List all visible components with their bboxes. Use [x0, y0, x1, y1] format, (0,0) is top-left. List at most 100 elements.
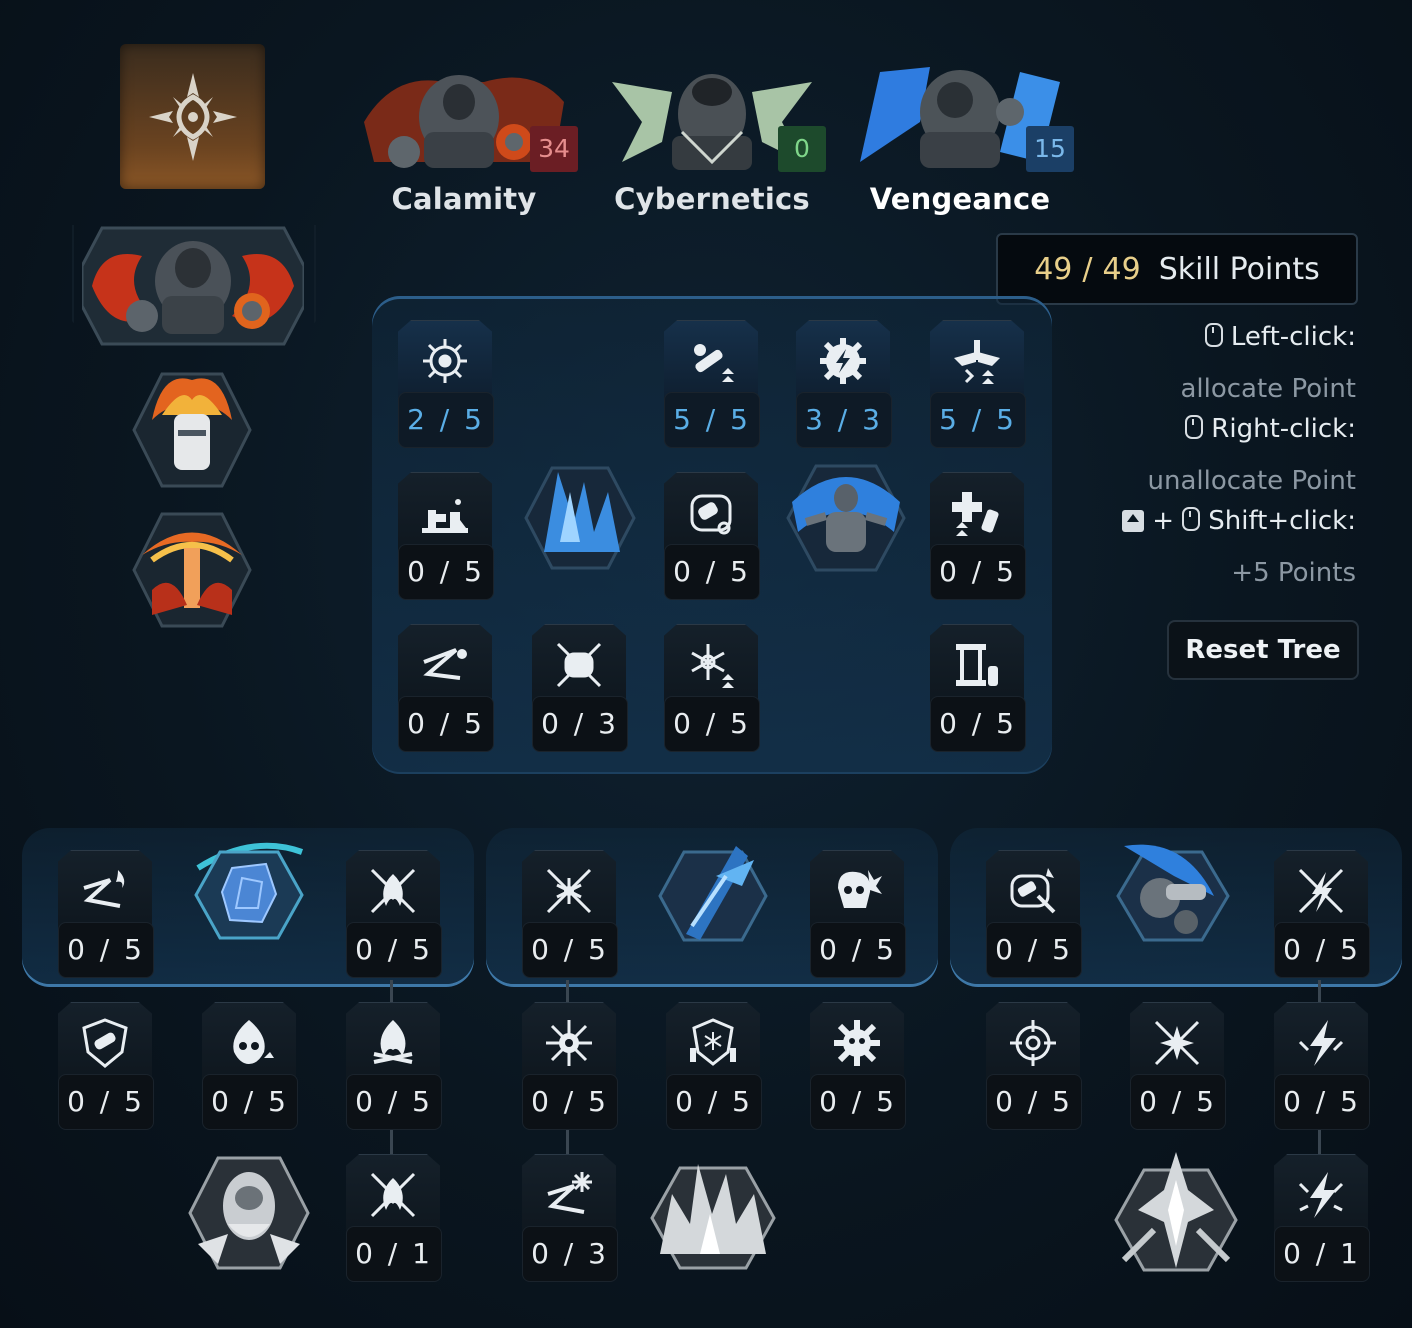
skill-node[interactable]: 0 / 5	[346, 850, 442, 978]
skill-node[interactable]: 0 / 5	[930, 472, 1026, 600]
skill-count: 0 / 5	[986, 1074, 1082, 1130]
skill-count: 0 / 5	[930, 696, 1026, 752]
skill-count: 0 / 5	[346, 1074, 442, 1130]
skill-points-counter: 49 / 49 Skill Points	[996, 233, 1358, 305]
shift-click-title: Shift+click:	[1208, 506, 1356, 536]
vengeance-gauntlet-node[interactable]	[1114, 836, 1232, 958]
skill-count: 0 / 5	[398, 544, 494, 600]
calamity-large-portrait[interactable]	[80, 226, 306, 346]
connector-line	[1318, 1128, 1321, 1156]
skill-node[interactable]: 0 / 5	[522, 1002, 618, 1130]
skill-count: 5 / 5	[664, 392, 760, 448]
skill-count: 0 / 5	[58, 1074, 154, 1130]
skill-node[interactable]: 0 / 5	[58, 850, 154, 978]
cog-bolt-icon	[820, 338, 866, 384]
skill-node[interactable]: 0 / 5	[398, 472, 494, 600]
tree-points-badge: 15	[1026, 126, 1074, 172]
skill-node[interactable]: 0 / 3	[522, 1154, 618, 1282]
skill-count: 0 / 3	[532, 696, 628, 752]
skill-count: 0 / 1	[346, 1226, 442, 1282]
mouse-icon	[1182, 507, 1201, 531]
lightning-capstone-node[interactable]	[1114, 1150, 1238, 1278]
calamity-explosion-node[interactable]	[132, 510, 252, 634]
skill-node[interactable]: 0 / 5	[810, 850, 906, 978]
skill-count: 0 / 5	[930, 544, 1026, 600]
skill-node[interactable]: 3 / 3	[796, 320, 892, 448]
mouse-left-icon	[1204, 323, 1223, 347]
skill-node[interactable]: 0 / 5	[346, 1002, 442, 1130]
skill-node[interactable]: 0 / 5	[398, 624, 494, 752]
skill-count: 3 / 3	[796, 392, 892, 448]
skill-node[interactable]: 5 / 5	[664, 320, 760, 448]
skill-count: 0 / 5	[1274, 922, 1370, 978]
skill-count: 0 / 5	[58, 922, 154, 978]
medkit-bottle-icon	[952, 492, 999, 536]
skill-node[interactable]: 0 / 5	[1130, 1002, 1226, 1130]
tree-name: Vengeance	[869, 182, 1051, 216]
help-left-click: Left-click: allocate Point	[1180, 322, 1356, 404]
skill-count: 0 / 5	[810, 1074, 906, 1130]
winged-arrows-icon	[954, 340, 1000, 384]
zigzag-flame-icon	[83, 870, 125, 908]
crossed-snowflake-icon	[546, 868, 592, 914]
campfire-icon	[373, 1020, 413, 1064]
ice-orb-node[interactable]	[192, 838, 306, 956]
tree-tab-calamity[interactable]: 34 Calamity	[364, 62, 578, 222]
skill-count: 0 / 5	[986, 922, 1082, 978]
skill-node[interactable]: 0 / 5	[986, 850, 1082, 978]
lightning-burst-icon	[1298, 1172, 1344, 1218]
skill-node[interactable]: 5 / 5	[930, 320, 1026, 448]
skill-node[interactable]: 0 / 5	[58, 1002, 154, 1130]
grenade-gear-icon	[690, 494, 732, 535]
help-right-click: Right-click: unallocate Point	[1148, 414, 1356, 496]
skill-node[interactable]: 0 / 5	[986, 1002, 1082, 1130]
skill-node[interactable]: 0 / 5	[664, 472, 760, 600]
reset-tree-button[interactable]: Reset Tree	[1167, 620, 1359, 680]
ice-crystal-node[interactable]	[524, 462, 636, 578]
crosshair-icon	[1010, 1020, 1056, 1066]
mouse-right-icon	[1185, 415, 1204, 439]
skill-node[interactable]: 0 / 5	[1274, 1002, 1370, 1130]
skull-gear-icon	[834, 1020, 880, 1066]
skill-points-label: Skill Points	[1158, 251, 1320, 287]
turret-icon	[422, 499, 468, 533]
calamity-fist-node[interactable]	[132, 370, 252, 494]
calamity-capstone-node[interactable]	[188, 1154, 310, 1276]
grenade-spark-icon	[1010, 868, 1056, 914]
shift-plus: +	[1152, 506, 1174, 536]
vengeance-avatar-node[interactable]	[786, 462, 906, 578]
skill-node[interactable]: 0 / 5	[664, 624, 760, 752]
skill-node[interactable]: 0 / 1	[346, 1154, 442, 1282]
crossed-grenade-icon	[556, 642, 602, 688]
station-bottle-icon	[956, 644, 998, 686]
skill-node[interactable]: 0 / 5	[666, 1002, 762, 1130]
shield-grenade-icon	[82, 1018, 128, 1068]
left-click-title: Left-click:	[1230, 322, 1356, 352]
skill-node[interactable]: 0 / 5	[202, 1002, 298, 1130]
skill-node[interactable]: 0 / 3	[532, 624, 628, 752]
gear-target-icon	[423, 339, 467, 383]
skill-node[interactable]: 0 / 1	[1274, 1154, 1370, 1282]
tree-tab-vengeance[interactable]: 15 Vengeance	[860, 62, 1074, 222]
connector-line	[390, 1128, 393, 1156]
snowflake-burst-icon	[546, 1020, 592, 1066]
skill-node[interactable]: 0 / 5	[930, 624, 1026, 752]
skill-node[interactable]: 0 / 5	[522, 850, 618, 978]
ice-blade-node[interactable]	[656, 836, 770, 958]
skill-node[interactable]: 2 / 5	[398, 320, 494, 448]
skull-flame-icon	[233, 1020, 274, 1064]
shift-key-icon	[1121, 510, 1144, 532]
skill-node[interactable]: 0 / 5	[1274, 850, 1370, 978]
skill-node[interactable]: 0 / 5	[810, 1002, 906, 1130]
fleur-star-icon	[148, 72, 237, 161]
tree-name: Calamity	[391, 182, 537, 216]
skill-count: 0 / 5	[664, 696, 760, 752]
skill-count: 0 / 1	[1274, 1226, 1370, 1282]
tree-name: Cybernetics	[614, 182, 810, 216]
connector-line	[566, 1128, 569, 1156]
skill-count: 0 / 5	[346, 922, 442, 978]
class-emblem[interactable]	[120, 44, 265, 189]
shatter-capstone-node[interactable]	[650, 1154, 776, 1276]
tree-tab-cybernetics[interactable]: 0 Cybernetics	[612, 62, 826, 222]
skill-count: 0 / 5	[522, 1074, 618, 1130]
